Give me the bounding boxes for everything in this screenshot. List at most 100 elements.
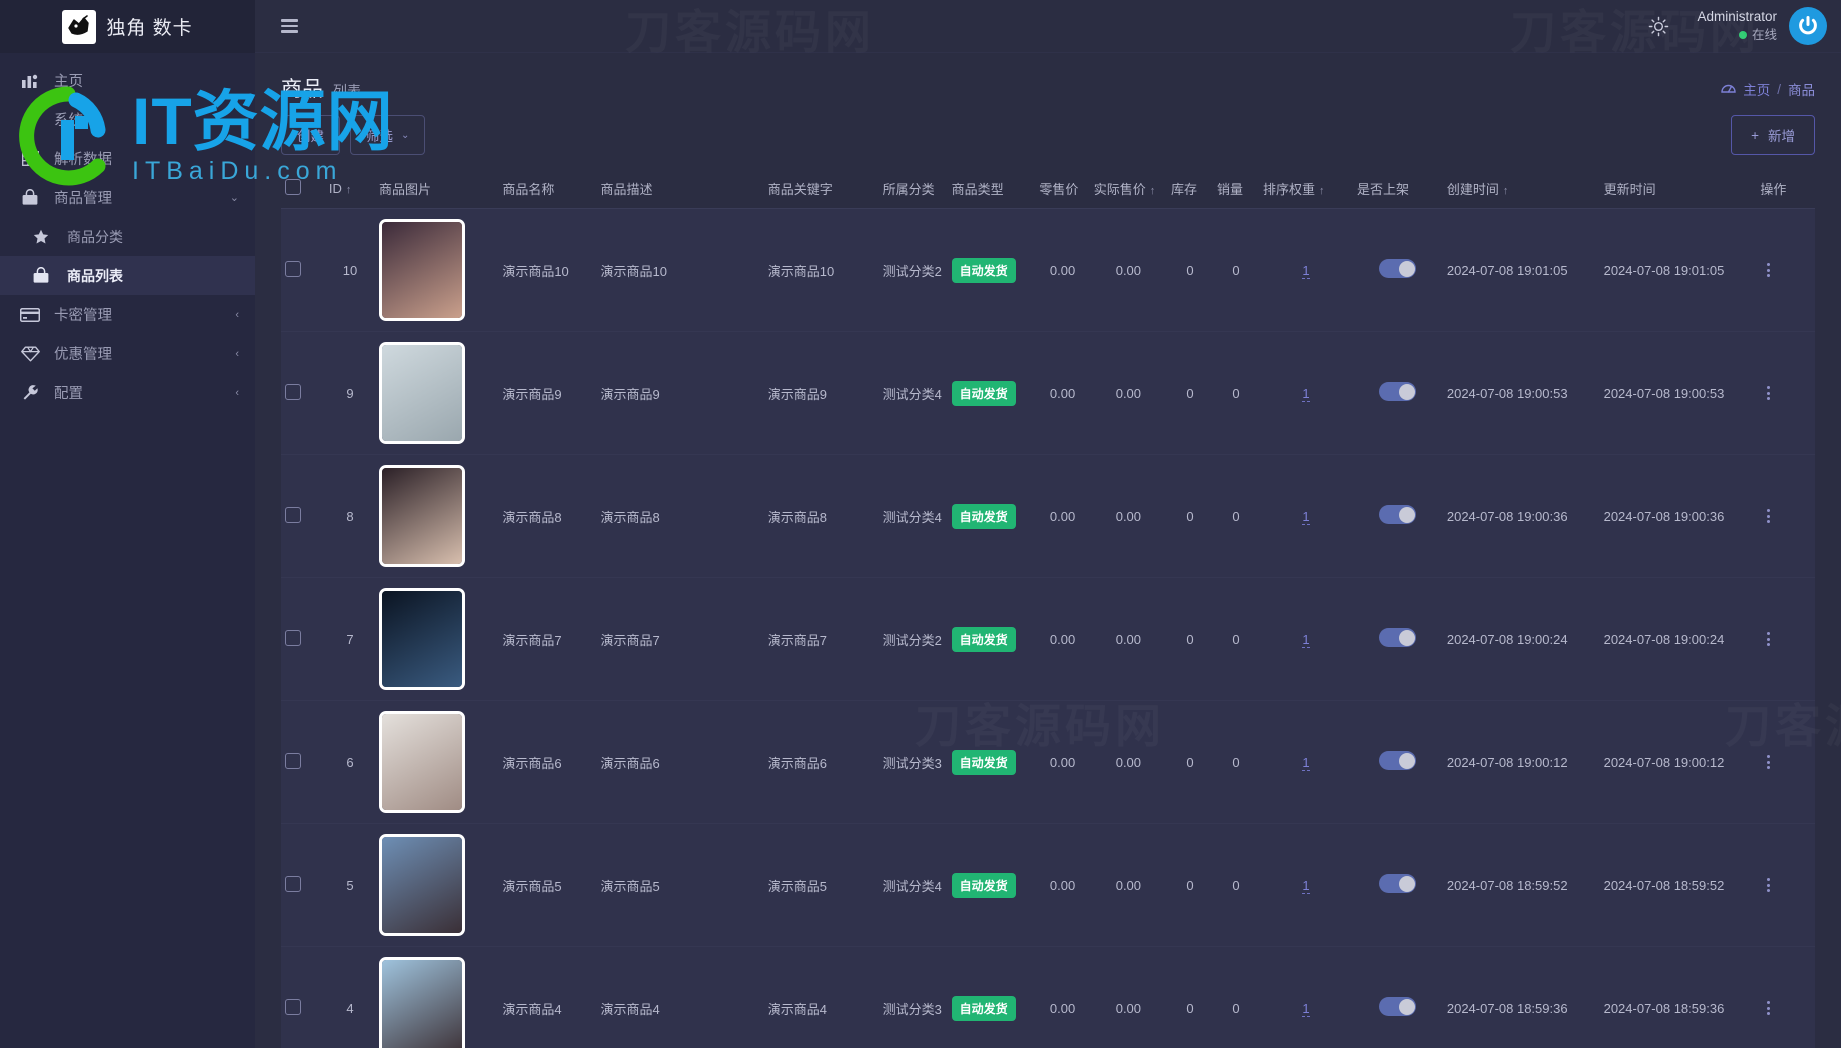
th-weight[interactable]: 排序权重 ↑ (1258, 169, 1353, 209)
sidebar-item-data[interactable]: 解析数据 (0, 139, 255, 178)
row-checkbox[interactable] (285, 506, 301, 523)
row-actions-menu-icon[interactable] (1760, 1001, 1776, 1015)
cell-type: 自动发货 (947, 946, 1036, 1048)
sidebar-item-label: 配置 (54, 386, 83, 402)
sidebar-item-product-category[interactable]: 商品分类 (0, 217, 255, 256)
filter-dropdown[interactable]: 筛选 ⌄ (350, 115, 426, 155)
cell-stock: 0 (1167, 700, 1213, 824)
th-keyword: 商品关键字 (763, 169, 879, 209)
th-updated: 更新时间 (1599, 169, 1757, 209)
row-actions-menu-icon[interactable] (1760, 386, 1776, 400)
cell-desc: 演示商品5 (596, 823, 764, 947)
toggle-knob (1398, 752, 1415, 769)
table-row[interactable]: 9 演示商品9 演示商品9 演示商品9 测试分类4 自动发货 0.00 0.00 0 0 1 2024… (281, 331, 1815, 455)
sidebar-nav: 主页 系统 解析数据 商品管理 ⌄ 商品分类 商品列表 卡密管理 ‹ 优惠管理 … (0, 53, 255, 1048)
sidebar-item-product-list[interactable]: 商品列表 (0, 256, 255, 295)
row-checkbox[interactable] (285, 260, 301, 277)
sidebar-item-promotion-management[interactable]: 优惠管理 ‹ (0, 334, 255, 373)
weight-edit-link[interactable]: 1 (1302, 754, 1310, 771)
cell-name: 演示商品5 (498, 823, 597, 947)
shelf-toggle[interactable] (1379, 382, 1417, 401)
shelf-toggle[interactable] (1379, 259, 1417, 278)
sidebar-item-system[interactable]: 系统 (0, 100, 255, 139)
th-actual[interactable]: 实际售价 ↑ (1089, 169, 1168, 209)
cell-type: 自动发货 (947, 823, 1036, 947)
th-created[interactable]: 创建时间 ↑ (1442, 169, 1600, 209)
cell-select (281, 208, 325, 332)
product-thumbnail[interactable] (379, 834, 466, 936)
weight-edit-link[interactable]: 1 (1302, 1000, 1310, 1017)
row-actions-menu-icon[interactable] (1760, 509, 1776, 523)
product-thumbnail[interactable] (379, 465, 466, 567)
sidebar-item-settings[interactable]: 配置 ‹ (0, 373, 255, 412)
table-row[interactable]: 5 演示商品5 演示商品5 演示商品5 测试分类4 自动发货 0.00 0.00 0 0 1 2024… (281, 823, 1815, 947)
shelf-toggle[interactable] (1379, 997, 1417, 1016)
avatar[interactable] (1789, 7, 1827, 45)
row-checkbox[interactable] (285, 998, 301, 1015)
sun-icon[interactable] (1648, 16, 1669, 37)
cell-select (281, 577, 325, 701)
th-ops: 操作 (1756, 169, 1815, 209)
row-actions-menu-icon[interactable] (1760, 755, 1776, 769)
cell-created-time: 2024-07-08 19:00:53 (1442, 331, 1600, 455)
row-checkbox[interactable] (285, 629, 301, 646)
cell-image (375, 331, 499, 455)
cell-created-time: 2024-07-08 19:00:36 (1442, 454, 1600, 578)
user-block[interactable]: Administrator 在线 (1697, 7, 1827, 45)
th-actual-label: 实际售价 (1093, 182, 1146, 197)
row-actions-menu-icon[interactable] (1760, 263, 1776, 277)
product-thumbnail[interactable] (379, 219, 466, 321)
cell-select (281, 331, 325, 455)
select-all-checkbox[interactable] (285, 179, 301, 195)
breadcrumb-home[interactable]: 主页 (1743, 79, 1770, 99)
shelf-toggle[interactable] (1379, 628, 1417, 647)
weight-edit-link[interactable]: 1 (1302, 385, 1310, 402)
row-checkbox[interactable] (285, 875, 301, 892)
shelf-toggle[interactable] (1379, 751, 1417, 770)
table-row[interactable]: 10 演示商品10 演示商品10 演示商品10 测试分类2 自动发货 0.00 0.00 0 0 1… (281, 208, 1815, 332)
sidebar-item-label: 卡密管理 (54, 308, 112, 324)
table-row[interactable]: 7 演示商品7 演示商品7 演示商品7 测试分类2 自动发货 0.00 0.00 0 0 1 2024… (281, 577, 1815, 701)
product-thumbnail[interactable] (379, 342, 466, 444)
cell-stock: 0 (1167, 331, 1213, 455)
weight-edit-link[interactable]: 1 (1302, 631, 1310, 648)
cell-operations (1756, 208, 1815, 332)
cell-updated-time: 2024-07-08 19:00:24 (1599, 577, 1757, 701)
th-id[interactable]: ID ↑ (324, 169, 376, 209)
sidebar-item-label: 商品分类 (67, 228, 123, 245)
gear-icon (19, 111, 41, 128)
th-sales: 销量 (1213, 169, 1259, 209)
weight-edit-link[interactable]: 1 (1302, 877, 1310, 894)
product-thumbnail[interactable] (379, 957, 466, 1048)
sidebar-item-product-management[interactable]: 商品管理 ⌄ (0, 178, 255, 217)
cell-name: 演示商品8 (498, 454, 597, 578)
shelf-toggle[interactable] (1379, 505, 1417, 524)
chevron-left-icon: ‹ (235, 386, 239, 399)
add-new-button[interactable]: + 新增 (1731, 115, 1815, 155)
cell-image (375, 823, 499, 947)
create-button[interactable]: 创建 (281, 115, 340, 155)
row-checkbox[interactable] (285, 752, 301, 769)
cell-stock: 0 (1167, 454, 1213, 578)
cell-name: 演示商品4 (498, 946, 597, 1048)
table-row[interactable]: 8 演示商品8 演示商品8 演示商品8 测试分类4 自动发货 0.00 0.00 0 0 1 2024… (281, 454, 1815, 578)
table-row[interactable]: 4 演示商品4 演示商品4 演示商品4 测试分类3 自动发货 0.00 0.00 0 0 1 2024… (281, 946, 1815, 1048)
shelf-toggle[interactable] (1379, 874, 1417, 893)
weight-edit-link[interactable]: 1 (1302, 508, 1310, 525)
hamburger-icon[interactable] (277, 15, 302, 37)
cell-retail-price: 0.00 (1035, 454, 1090, 578)
sidebar-item-card-management[interactable]: 卡密管理 ‹ (0, 295, 255, 334)
table-row[interactable]: 6 演示商品6 演示商品6 演示商品6 测试分类3 自动发货 0.00 0.00 0 0 1 2024… (281, 700, 1815, 824)
row-actions-menu-icon[interactable] (1760, 632, 1776, 646)
product-thumbnail[interactable] (379, 588, 466, 690)
weight-edit-link[interactable]: 1 (1302, 262, 1310, 279)
brand-header[interactable]: 独角 数卡 (0, 0, 255, 53)
sidebar-item-home[interactable]: 主页 (0, 61, 255, 100)
row-actions-menu-icon[interactable] (1760, 878, 1776, 892)
th-keyword-label: 商品关键字 (767, 182, 833, 197)
page-title: 商品 列表 (281, 73, 361, 103)
toolbar-left: 创建 筛选 ⌄ (281, 115, 426, 155)
row-checkbox[interactable] (285, 383, 301, 400)
th-desc: 商品描述 (596, 169, 764, 209)
product-thumbnail[interactable] (379, 711, 466, 813)
